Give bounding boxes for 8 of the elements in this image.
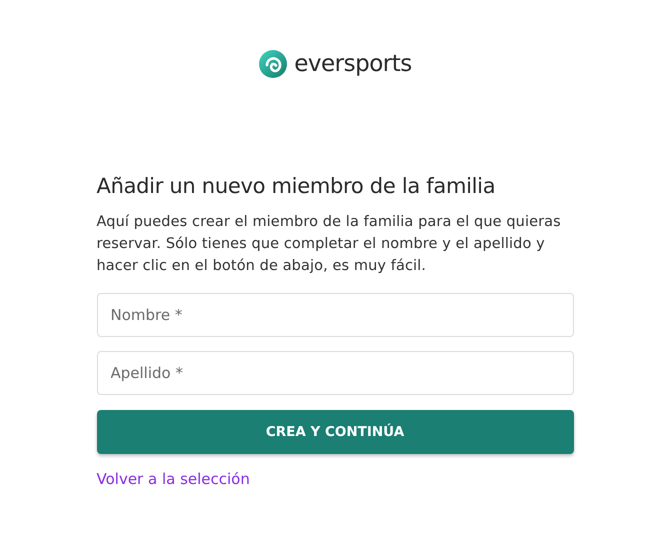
- submit-button[interactable]: CREA Y CONTINÚA: [96, 410, 574, 454]
- input-field[interactable]: Apellido *: [96, 351, 574, 395]
- brand-name: eversports: [294, 50, 412, 79]
- description-text: Aquí puedes crear el miembro de la familia para el que quieras reservar. Sólo tienes que completar el nombre y el apellido y hacer clic en el botón de abajo, es muy fácil.: [96, 213, 562, 276]
- input-field[interactable]: Nombre *: [96, 293, 574, 337]
- back-link[interactable]: Volver a la selección: [96, 470, 250, 488]
- logo-icon: [258, 49, 288, 79]
- page-heading: Añadir un nuevo miembro de la familia: [96, 173, 496, 200]
